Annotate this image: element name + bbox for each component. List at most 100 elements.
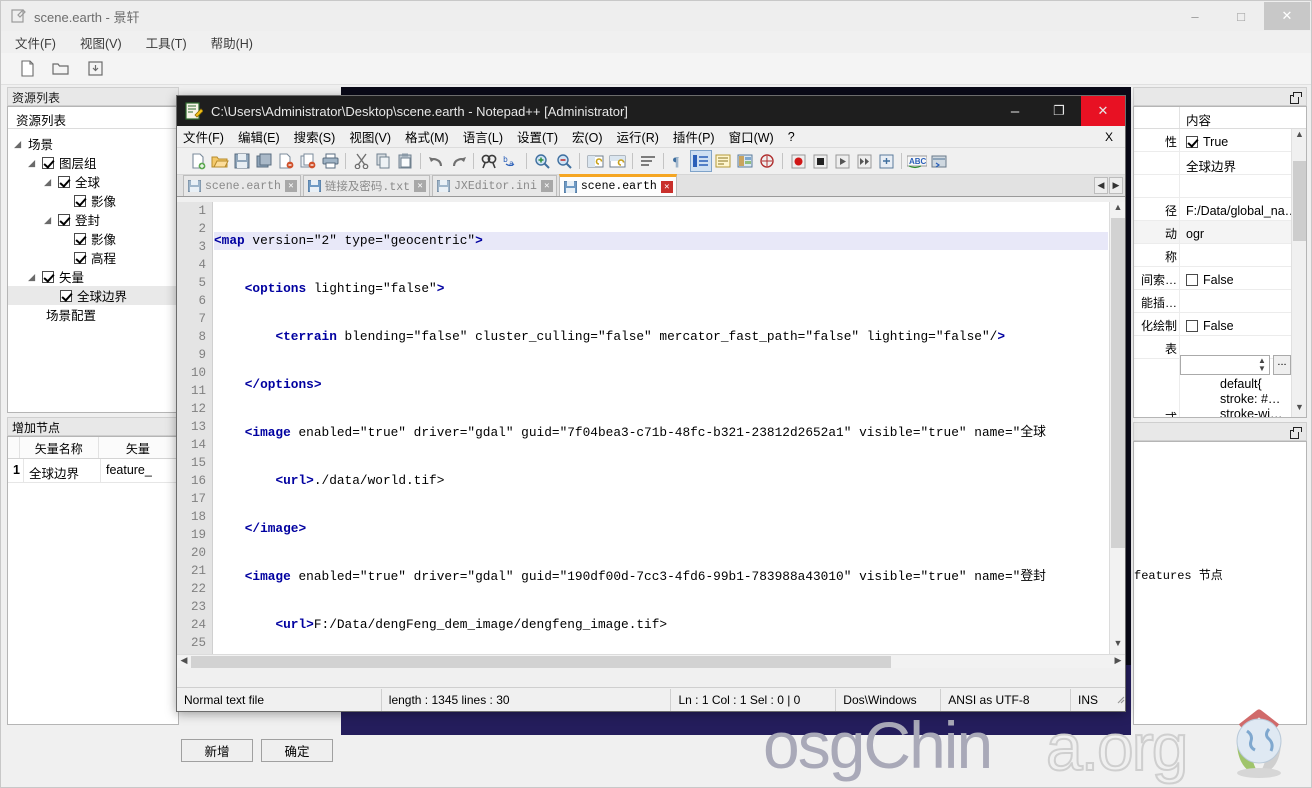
stop-macro-icon[interactable] bbox=[809, 150, 831, 172]
notepad-menu-format[interactable]: 格式(M) bbox=[405, 127, 449, 146]
notepad-menu-search[interactable]: 搜索(S) bbox=[294, 127, 336, 146]
run-macro-multiple-icon[interactable] bbox=[853, 150, 875, 172]
save-icon[interactable] bbox=[85, 59, 105, 79]
tab-close-icon[interactable]: ✕ bbox=[414, 180, 427, 192]
tree-item-vector[interactable]: 矢量 bbox=[8, 267, 178, 286]
style-browse-button[interactable]: ... bbox=[1273, 355, 1291, 375]
scroll-down-icon[interactable]: ▼ bbox=[1292, 402, 1306, 417]
tree-item-scene[interactable]: 场景 bbox=[8, 134, 178, 153]
property-row-spatial-index[interactable]: 间索… False bbox=[1134, 267, 1306, 290]
tree-item-dengfeng-image[interactable]: 影像 bbox=[8, 229, 178, 248]
spinner-arrows-icon[interactable]: ▲ ▼ bbox=[1255, 356, 1269, 374]
notepad-close-button[interactable]: ✕ bbox=[1081, 96, 1125, 126]
indent-guide-icon[interactable] bbox=[690, 150, 712, 172]
property-value[interactable]: 全球边界 bbox=[1180, 152, 1292, 174]
float-panel-icon[interactable] bbox=[1290, 427, 1302, 439]
notepad-maximize-button[interactable]: ❐ bbox=[1037, 96, 1081, 126]
zoom-in-icon[interactable] bbox=[531, 150, 553, 172]
redo-icon[interactable] bbox=[447, 150, 469, 172]
app-menu-tools[interactable]: 工具(T) bbox=[146, 33, 187, 52]
property-checkbox[interactable] bbox=[1186, 320, 1198, 332]
code-editor[interactable]: 1 2 3 4 5 6 7 8 9 10 11 12 13 14 15 16 1… bbox=[177, 202, 1125, 668]
notepad-menu-view[interactable]: 视图(V) bbox=[349, 127, 391, 146]
tab-scroll-right-icon[interactable]: ▶ bbox=[1109, 177, 1123, 194]
show-symbol-icon[interactable] bbox=[712, 150, 734, 172]
property-row-name[interactable]: 全球边界 bbox=[1134, 152, 1306, 175]
app-menu-file[interactable]: 文件(F) bbox=[15, 33, 56, 52]
zoom-out-icon[interactable] bbox=[553, 150, 575, 172]
tree-item-dengfeng[interactable]: 登封 bbox=[8, 210, 178, 229]
property-row-visible[interactable]: 性 True bbox=[1134, 129, 1306, 152]
close-all-icon[interactable] bbox=[297, 150, 319, 172]
open-file-icon[interactable] bbox=[209, 150, 231, 172]
tree-checkbox[interactable] bbox=[74, 194, 86, 207]
close-document-button[interactable]: X bbox=[1105, 130, 1113, 144]
float-panel-icon[interactable] bbox=[1290, 92, 1302, 104]
chevron-down-icon[interactable] bbox=[16, 139, 26, 149]
style-input[interactable]: ▲ ▼ bbox=[1180, 355, 1270, 375]
tree-item-global[interactable]: 全球 bbox=[8, 172, 178, 191]
notepad-menu-macro[interactable]: 宏(O) bbox=[572, 127, 603, 146]
property-checkbox[interactable] bbox=[1186, 274, 1198, 286]
scrollbar-thumb[interactable] bbox=[191, 656, 891, 668]
tree-item-global-boundary[interactable]: 全球边界 bbox=[8, 286, 178, 305]
tab-scene-earth-active[interactable]: scene.earth ✕ bbox=[558, 174, 677, 196]
property-checkbox[interactable] bbox=[1186, 136, 1198, 148]
code-text[interactable]: <map version="2" type="geocentric"> <opt… bbox=[214, 202, 1108, 654]
grid-cell-vector-name[interactable]: 全球边界 bbox=[24, 459, 101, 482]
property-value[interactable]: False bbox=[1180, 267, 1292, 289]
editor-vertical-scrollbar[interactable]: ▲ ▼ bbox=[1109, 202, 1125, 654]
doc-map-icon[interactable] bbox=[756, 150, 778, 172]
save-icon[interactable] bbox=[231, 150, 253, 172]
app-menu-help[interactable]: 帮助(H) bbox=[211, 33, 253, 52]
scroll-left-icon[interactable]: ◀ bbox=[177, 655, 191, 668]
property-row-interpolation[interactable]: 能插… bbox=[1134, 290, 1306, 313]
tab-close-icon[interactable]: ✕ bbox=[660, 180, 673, 193]
property-value[interactable]: F:/Data/global_na… bbox=[1180, 198, 1292, 220]
notepad-menu-help[interactable]: ? bbox=[788, 130, 795, 144]
tree-checkbox[interactable] bbox=[42, 156, 54, 169]
property-value[interactable]: False bbox=[1180, 313, 1292, 335]
scroll-up-icon[interactable]: ▲ bbox=[1292, 129, 1306, 144]
resource-tree[interactable]: 场景 图层组 全球 影像 登封 影像 高程 矢量 全球边界 场景配置 bbox=[8, 129, 178, 324]
tab-scroll-left-icon[interactable]: ◀ bbox=[1094, 177, 1108, 194]
resize-grip-icon[interactable] bbox=[1109, 694, 1125, 706]
undo-icon[interactable] bbox=[425, 150, 447, 172]
property-value[interactable] bbox=[1180, 244, 1292, 266]
paste-icon[interactable] bbox=[394, 150, 416, 172]
property-table-scrollbar[interactable]: ▲ ▼ bbox=[1291, 129, 1306, 417]
tree-item-dengfeng-elevation[interactable]: 高程 bbox=[8, 248, 178, 267]
tree-checkbox[interactable] bbox=[60, 289, 72, 302]
property-row-path[interactable]: 径 F:/Data/global_na… bbox=[1134, 198, 1306, 221]
notepad-menu-window[interactable]: 窗口(W) bbox=[729, 127, 774, 146]
tree-item-scene-config[interactable]: 场景配置 bbox=[8, 305, 178, 324]
notepad-minimize-button[interactable]: – bbox=[993, 96, 1037, 126]
copy-icon[interactable] bbox=[372, 150, 394, 172]
user-define-dialog-icon[interactable] bbox=[734, 150, 756, 172]
notepad-menu-run[interactable]: 运行(R) bbox=[617, 127, 659, 146]
scrollbar-thumb[interactable] bbox=[1293, 161, 1306, 241]
table-row[interactable]: 1 全球边界 feature_ bbox=[8, 459, 178, 483]
tree-checkbox[interactable] bbox=[58, 175, 70, 188]
notepad-menu-file[interactable]: 文件(F) bbox=[183, 127, 224, 146]
tab-close-icon[interactable]: ✕ bbox=[284, 180, 297, 192]
tree-checkbox[interactable] bbox=[42, 270, 54, 283]
open-folder-icon[interactable] bbox=[51, 59, 71, 79]
replace-icon[interactable]: ba bbox=[500, 150, 522, 172]
save-all-icon[interactable] bbox=[253, 150, 275, 172]
run-icon[interactable] bbox=[928, 150, 950, 172]
spell-check-icon[interactable]: ABC bbox=[906, 150, 928, 172]
chevron-down-icon[interactable] bbox=[30, 158, 40, 168]
confirm-button[interactable]: 确定 bbox=[261, 739, 333, 762]
app-close-button[interactable]: ✕ bbox=[1264, 2, 1310, 30]
new-file-icon[interactable] bbox=[17, 59, 37, 79]
find-icon[interactable] bbox=[478, 150, 500, 172]
notepad-menu-plugins[interactable]: 插件(P) bbox=[673, 127, 715, 146]
app-minimize-button[interactable]: – bbox=[1172, 2, 1218, 30]
notepad-menu-edit[interactable]: 编辑(E) bbox=[238, 127, 280, 146]
property-row-layer-name[interactable]: 称 bbox=[1134, 244, 1306, 267]
show-all-chars-icon[interactable]: ¶ bbox=[668, 150, 690, 172]
app-menu-view[interactable]: 视图(V) bbox=[80, 33, 122, 52]
tab-scene-earth-1[interactable]: scene.earth ✕ bbox=[183, 175, 301, 196]
property-value[interactable]: ogr bbox=[1180, 221, 1292, 243]
